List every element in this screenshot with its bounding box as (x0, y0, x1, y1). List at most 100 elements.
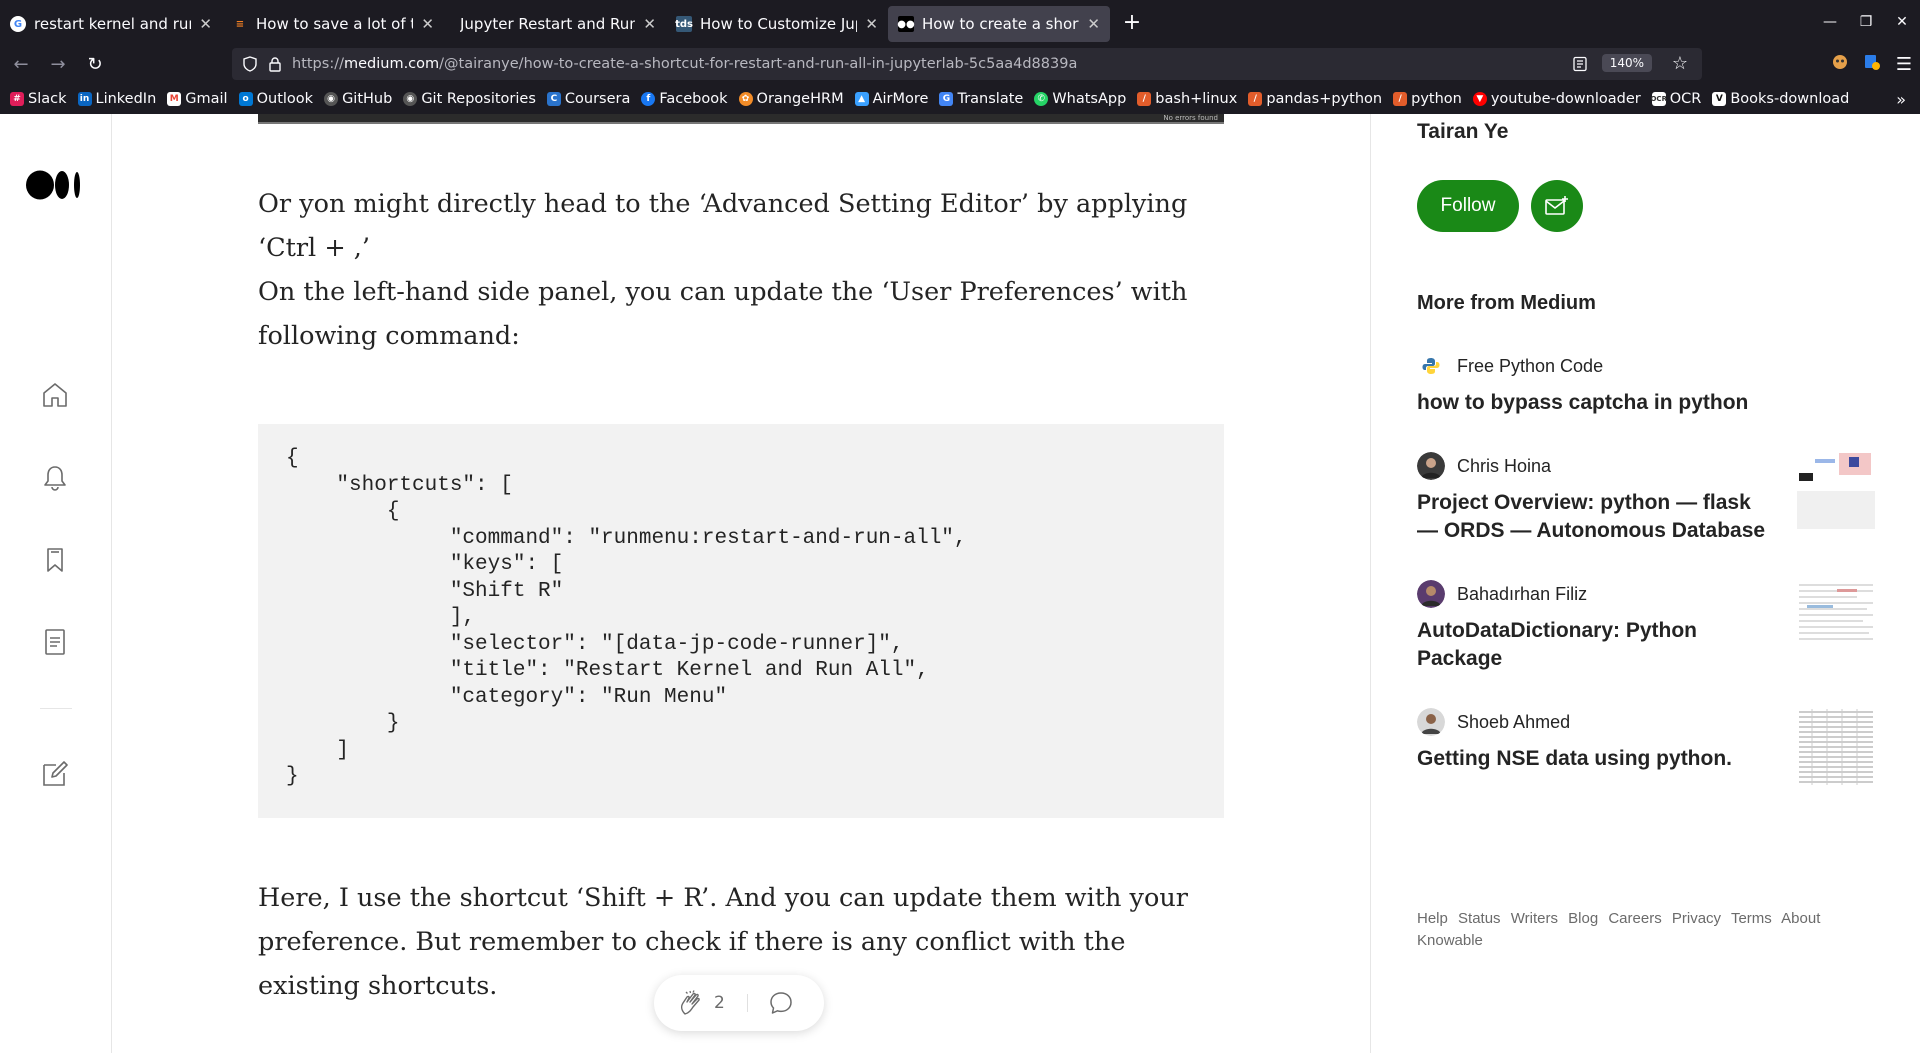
bookmark-icon: / (1248, 92, 1263, 106)
medium-logo[interactable] (26, 170, 84, 200)
bookmark-airmore[interactable]: ▲ AirMore (854, 91, 928, 107)
tab-save-time[interactable]: ≡ How to save a lot of time ✕ (222, 6, 444, 42)
author-name[interactable]: Tairan Ye (1417, 120, 1508, 144)
follow-button[interactable]: Follow (1417, 180, 1519, 232)
footer-link-status[interactable]: Status (1458, 910, 1501, 927)
bookmark-pandas-python[interactable]: / pandas+python (1248, 91, 1382, 107)
notifications-bell-icon[interactable] (40, 463, 70, 493)
medium-page: No errors found Or yon might directly he… (0, 114, 1920, 1053)
bookmark-ocr[interactable]: OCR OCR (1650, 91, 1701, 107)
reader-view-icon[interactable] (1572, 56, 1588, 72)
footer-link-careers[interactable]: Careers (1608, 910, 1661, 927)
bookmark-books-download[interactable]: V Books-download (1712, 91, 1849, 107)
menu-icon[interactable]: ☰ (1890, 54, 1918, 75)
bookmark-translate[interactable]: G Translate (939, 91, 1023, 107)
tab-create-shortcut[interactable]: ●● How to create a shortcut ✕ (888, 6, 1110, 42)
minimize-icon[interactable]: — (1814, 14, 1846, 30)
recommended-story[interactable]: Free Python Code how to bypass captcha i… (1417, 351, 1877, 417)
bookmark-slack[interactable]: # Slack (10, 91, 67, 107)
bookmark-bash-linux[interactable]: / bash+linux (1137, 91, 1237, 107)
bookmark-icon: / (1393, 92, 1408, 106)
story-thumbnail[interactable] (1797, 707, 1875, 785)
close-icon[interactable]: ✕ (199, 15, 212, 33)
bookmark-outlook[interactable]: o Outlook (238, 91, 313, 107)
bookmark-github[interactable]: ◉ GitHub (324, 91, 392, 107)
extension-icons: ☰ (1824, 44, 1920, 84)
footer-link-help[interactable]: Help (1417, 910, 1448, 927)
bookmark-facebook[interactable]: f Facebook (641, 91, 728, 107)
close-window-icon[interactable]: ✕ (1886, 14, 1918, 30)
new-tab-button[interactable]: + (1118, 8, 1146, 36)
footer-links: Help Status Writers Blog Careers Privacy… (1417, 908, 1837, 952)
forward-button[interactable]: → (42, 48, 74, 80)
whatsapp-icon: ✆ (1034, 92, 1049, 106)
tab-customize-jupyter[interactable]: tds How to Customize Jupyter ✕ (666, 6, 888, 42)
bookmark-gmail[interactable]: M Gmail (167, 91, 228, 107)
tab-jupyter-restart[interactable]: Jupyter Restart and Run All ✕ (444, 6, 666, 42)
bookmark-youtube-downloader[interactable]: ▼ youtube-downloader (1472, 91, 1641, 107)
more-from-medium-heading: More from Medium (1417, 292, 1596, 314)
footer-link-blog[interactable]: Blog (1568, 910, 1598, 927)
bookmarks-icon[interactable] (40, 545, 70, 575)
story-thumbnail-image (1797, 707, 1875, 785)
bookmark-python[interactable]: / python (1393, 91, 1462, 107)
write-icon[interactable] (40, 759, 70, 789)
extension-icon[interactable] (1826, 53, 1854, 75)
extension-icon[interactable] (1858, 53, 1886, 75)
bookmark-git-repositories[interactable]: ◉ Git Repositories (403, 91, 536, 107)
footer-link-knowable[interactable]: Knowable (1417, 932, 1483, 949)
bookmark-coursera[interactable]: C Coursera (546, 91, 630, 107)
mail-plus-icon (1545, 196, 1568, 215)
url-text[interactable]: https://medium.com/@tairanye/how-to-crea… (292, 56, 1077, 72)
floating-action-bar: 2 (654, 975, 824, 1031)
zoom-level-badge[interactable]: 140% (1601, 54, 1652, 72)
reload-button[interactable]: ↻ (79, 48, 111, 80)
stories-icon[interactable] (40, 627, 70, 657)
right-sidebar: Tairan Ye Follow More from Medium Free P… (1370, 114, 1920, 1053)
linkedin-icon: in (77, 92, 92, 106)
close-icon[interactable]: ✕ (1087, 15, 1100, 33)
close-icon[interactable]: ✕ (643, 15, 656, 33)
story-title[interactable]: how to bypass captcha in python (1417, 389, 1777, 417)
nav-divider (40, 708, 72, 709)
slack-icon: # (10, 92, 24, 106)
story-thumbnail[interactable] (1797, 579, 1875, 657)
bookmark-orangehrm[interactable]: ✿ OrangeHRM (738, 91, 844, 107)
home-icon[interactable] (40, 380, 70, 410)
recommended-story[interactable]: Chris Hoina Project Overview: python — f… (1417, 451, 1877, 545)
story-thumbnail[interactable] (1797, 451, 1875, 529)
youtube-icon: ▼ (1472, 92, 1487, 106)
comment-icon[interactable] (768, 990, 794, 1016)
bookmark-linkedin[interactable]: in LinkedIn (77, 91, 156, 107)
story-title[interactable]: Getting NSE data using python. (1417, 745, 1777, 773)
recommended-story[interactable]: Bahadırhan Filiz AutoDataDictionary: Pyt… (1417, 579, 1877, 673)
more-bookmarks-icon[interactable]: » (1896, 90, 1906, 109)
footer-link-privacy[interactable]: Privacy (1672, 910, 1721, 927)
article-body: No errors found Or yon might directly he… (258, 114, 1224, 1053)
story-title[interactable]: Project Overview: python — flask — ORDS … (1417, 489, 1777, 545)
subscribe-email-button[interactable] (1531, 180, 1583, 232)
close-icon[interactable]: ✕ (865, 15, 878, 33)
outlook-icon: o (238, 92, 253, 106)
bookmark-whatsapp[interactable]: ✆ WhatsApp (1034, 91, 1126, 107)
close-icon[interactable]: ✕ (421, 15, 434, 33)
story-author[interactable]: Free Python Code (1417, 351, 1877, 381)
restore-icon[interactable]: ❐ (1850, 14, 1882, 30)
footer-link-writers[interactable]: Writers (1511, 910, 1558, 927)
github-icon: ◉ (324, 92, 339, 106)
clap-icon[interactable] (676, 988, 706, 1018)
facebook-icon: f (641, 92, 656, 106)
story-title[interactable]: AutoDataDictionary: Python Package (1417, 617, 1777, 673)
footer-link-terms[interactable]: Terms (1731, 910, 1772, 927)
lock-icon[interactable] (268, 56, 282, 72)
translate-icon: G (939, 92, 954, 106)
back-button[interactable]: ← (5, 48, 37, 80)
browser-chrome: G restart kernel and run all ✕ ≡ How to … (0, 0, 1920, 114)
bookmark-star-icon[interactable]: ☆ (1672, 53, 1688, 74)
tab-restart-kernel[interactable]: G restart kernel and run all ✕ (0, 6, 222, 42)
recommended-story[interactable]: Shoeb Ahmed Getting NSE data using pytho… (1417, 707, 1877, 785)
footer-link-about[interactable]: About (1781, 910, 1820, 927)
shield-icon[interactable] (242, 56, 258, 72)
url-bar[interactable]: https://medium.com/@tairanye/how-to-crea… (232, 48, 1702, 80)
article-screenshot-image: No errors found (258, 114, 1224, 124)
